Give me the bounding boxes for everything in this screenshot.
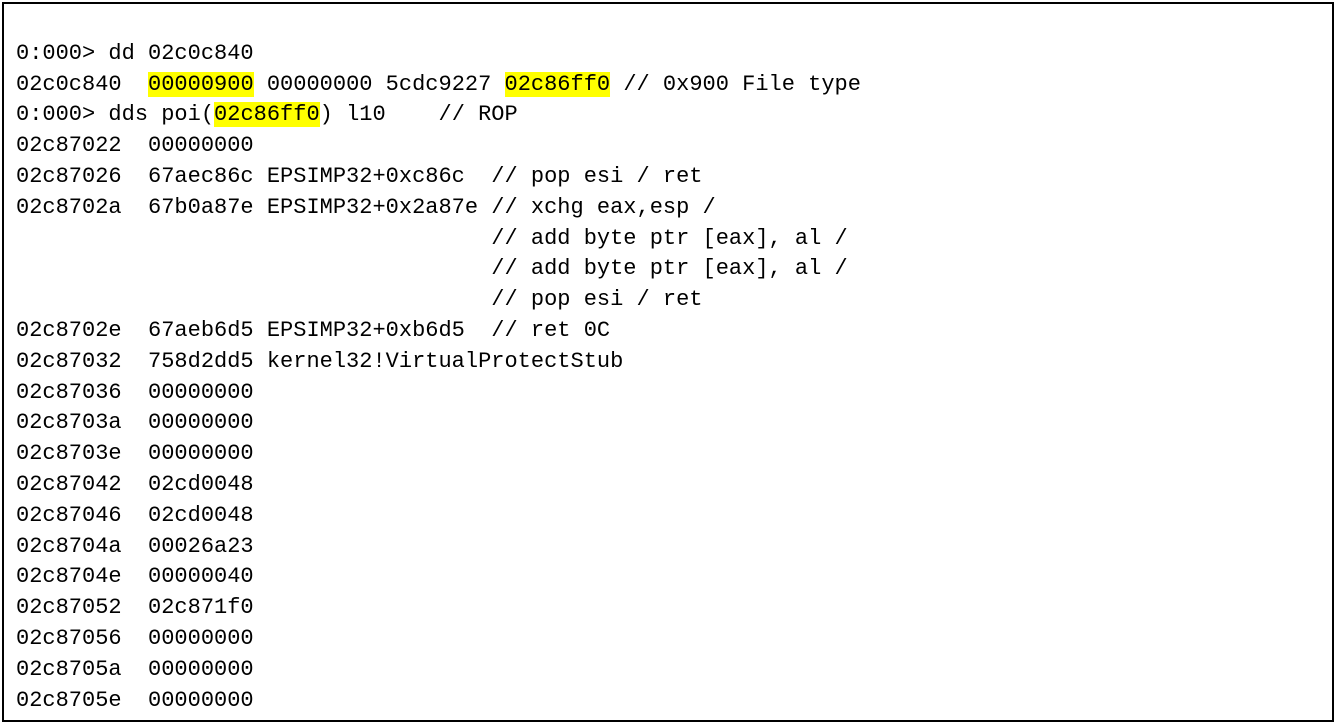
output-text: 02c8704e 00000040: [16, 564, 254, 589]
output-text: 0:000> dd 02c0c840: [16, 41, 254, 66]
output-text: 02c87036 00000000: [16, 380, 254, 405]
output-text: // add byte ptr [eax], al /: [16, 226, 848, 251]
output-text: 02c8705e 00000000: [16, 688, 254, 713]
output-text: 02c8705a 00000000: [16, 657, 254, 682]
output-text: 02c87056 00000000: [16, 626, 254, 651]
output-line: 02c87052 02c871f0: [16, 593, 1320, 624]
output-line: 02c87046 02cd0048: [16, 501, 1320, 532]
output-text: // pop esi / ret: [16, 287, 703, 312]
output-line: 02c8705a 00000000: [16, 655, 1320, 686]
output-text: 00000000 5cdc9227: [254, 72, 505, 97]
output-line: 02c8704e 00000040: [16, 562, 1320, 593]
output-text: 02c87032 758d2dd5 kernel32!VirtualProtec…: [16, 349, 623, 374]
output-line: 02c8702a 67b0a87e EPSIMP32+0x2a87e // xc…: [16, 193, 1320, 224]
output-line: // add byte ptr [eax], al /: [16, 224, 1320, 255]
output-line: 02c8703a 00000000: [16, 408, 1320, 439]
output-line: 02c87022 00000000: [16, 131, 1320, 162]
output-line: 02c8702e 67aeb6d5 EPSIMP32+0xb6d5 // ret…: [16, 316, 1320, 347]
output-line: 02c8705e 00000000: [16, 686, 1320, 717]
output-text: 02c87022 00000000: [16, 133, 254, 158]
output-line: 02c87056 00000000: [16, 624, 1320, 655]
debugger-output-panel: 0:000> dd 02c0c840 02c0c840 00000900 0000…: [2, 2, 1334, 722]
output-line: 02c8704a 00026a23: [16, 532, 1320, 563]
output-line: // add byte ptr [eax], al /: [16, 254, 1320, 285]
output-text: // 0x900 File type: [610, 72, 861, 97]
output-text: ) l10 // ROP: [320, 102, 518, 127]
output-text: 02c8703e 00000000: [16, 441, 254, 466]
output-line: 02c87026 67aec86c EPSIMP32+0xc86c // pop…: [16, 162, 1320, 193]
output-line: // pop esi / ret: [16, 285, 1320, 316]
output-line: 02c87036 00000000: [16, 378, 1320, 409]
highlighted-value: 02c86ff0: [214, 102, 320, 127]
output-text: 0:000> dds poi(: [16, 102, 214, 127]
output-text: 02c8704a 00026a23: [16, 534, 254, 559]
output-line: 0:000> dds poi(02c86ff0) l10 // ROP: [16, 100, 1320, 131]
output-text: 02c0c840: [16, 72, 148, 97]
output-line: 02c87042 02cd0048: [16, 470, 1320, 501]
highlighted-value: 02c86ff0: [505, 72, 611, 97]
output-line: 0:000> dd 02c0c840: [16, 39, 1320, 70]
output-text: 02c8703a 00000000: [16, 410, 254, 435]
output-text: // add byte ptr [eax], al /: [16, 256, 848, 281]
output-text: 02c87042 02cd0048: [16, 472, 254, 497]
highlighted-value: 00000900: [148, 72, 254, 97]
output-line: 02c0c840 00000900 00000000 5cdc9227 02c8…: [16, 70, 1320, 101]
output-text: 02c87046 02cd0048: [16, 503, 254, 528]
output-text: 02c87052 02c871f0: [16, 595, 254, 620]
output-text: 02c8702a 67b0a87e EPSIMP32+0x2a87e // xc…: [16, 195, 716, 220]
output-line: 02c8703e 00000000: [16, 439, 1320, 470]
output-text: 02c8702e 67aeb6d5 EPSIMP32+0xb6d5 // ret…: [16, 318, 610, 343]
output-text: 02c87026 67aec86c EPSIMP32+0xc86c // pop…: [16, 164, 703, 189]
output-line: 02c87032 758d2dd5 kernel32!VirtualProtec…: [16, 347, 1320, 378]
